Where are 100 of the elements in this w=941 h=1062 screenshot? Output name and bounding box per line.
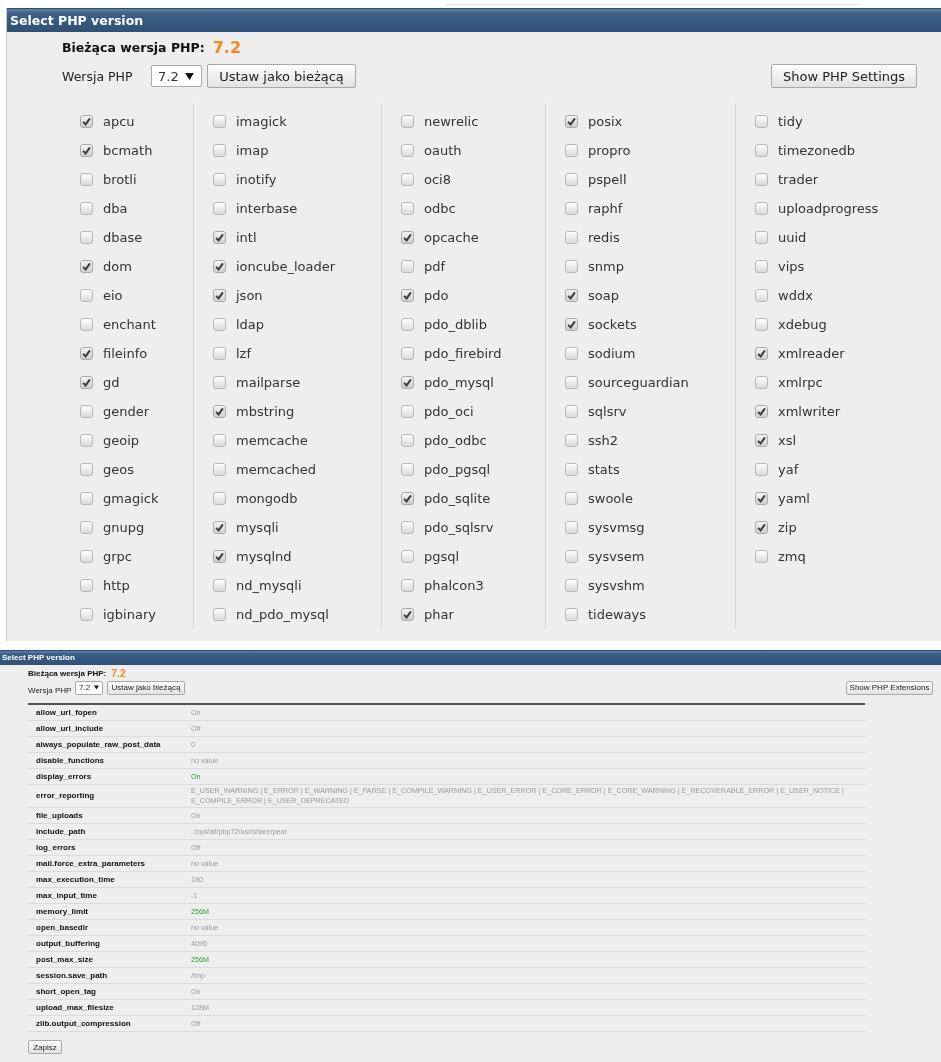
checkbox[interactable] bbox=[401, 376, 414, 389]
extension-label[interactable]: pdo_oci bbox=[424, 404, 474, 419]
checkbox[interactable] bbox=[213, 115, 226, 128]
checkbox[interactable] bbox=[213, 202, 226, 215]
extension-label[interactable]: zip bbox=[778, 520, 797, 535]
extension-label[interactable]: sysvshm bbox=[588, 578, 645, 593]
checkbox[interactable] bbox=[401, 260, 414, 273]
extension-label[interactable]: xmlwriter bbox=[778, 404, 840, 419]
checkbox[interactable] bbox=[80, 115, 93, 128]
extension-label[interactable]: sockets bbox=[588, 317, 637, 332]
extension-label[interactable]: zmq bbox=[778, 549, 806, 564]
checkbox[interactable] bbox=[213, 318, 226, 331]
extension-label[interactable]: gd bbox=[103, 375, 120, 390]
checkbox[interactable] bbox=[401, 173, 414, 186]
checkbox[interactable] bbox=[80, 144, 93, 157]
checkbox[interactable] bbox=[755, 405, 768, 418]
checkbox[interactable] bbox=[755, 202, 768, 215]
checkbox[interactable] bbox=[565, 550, 578, 563]
extension-label[interactable]: lzf bbox=[236, 346, 251, 361]
checkbox[interactable] bbox=[565, 202, 578, 215]
extension-label[interactable]: newrelic bbox=[424, 114, 479, 129]
checkbox[interactable] bbox=[213, 260, 226, 273]
extension-label[interactable]: imagick bbox=[236, 114, 287, 129]
extension-label[interactable]: phar bbox=[424, 607, 454, 622]
checkbox[interactable] bbox=[755, 434, 768, 447]
extension-label[interactable]: nd_pdo_mysql bbox=[236, 607, 329, 622]
checkbox[interactable] bbox=[755, 260, 768, 273]
checkbox[interactable] bbox=[755, 492, 768, 505]
version-select[interactable]: 7.2 bbox=[151, 65, 202, 87]
checkbox[interactable] bbox=[565, 579, 578, 592]
extension-label[interactable]: brotli bbox=[103, 172, 137, 187]
checkbox[interactable] bbox=[213, 521, 226, 534]
extension-label[interactable]: swoole bbox=[588, 491, 633, 506]
extension-label[interactable]: xmlreader bbox=[778, 346, 845, 361]
checkbox[interactable] bbox=[213, 144, 226, 157]
extension-label[interactable]: intl bbox=[236, 230, 257, 245]
show-settings-button[interactable]: Show PHP Settings bbox=[771, 64, 917, 88]
extension-label[interactable]: imap bbox=[236, 143, 269, 158]
checkbox[interactable] bbox=[565, 289, 578, 302]
checkbox[interactable] bbox=[565, 144, 578, 157]
checkbox[interactable] bbox=[80, 347, 93, 360]
checkbox[interactable] bbox=[401, 434, 414, 447]
extension-label[interactable]: pdo_mysql bbox=[424, 375, 494, 390]
extension-label[interactable]: vips bbox=[778, 259, 805, 274]
checkbox[interactable] bbox=[80, 231, 93, 244]
extension-label[interactable]: trader bbox=[778, 172, 818, 187]
extension-label[interactable]: uploadprogress bbox=[778, 201, 879, 216]
checkbox[interactable] bbox=[213, 405, 226, 418]
extension-label[interactable]: phalcon3 bbox=[424, 578, 484, 593]
checkbox[interactable] bbox=[80, 463, 93, 476]
extension-label[interactable]: geos bbox=[103, 462, 134, 477]
extension-label[interactable]: pdo_odbc bbox=[424, 433, 487, 448]
checkbox[interactable] bbox=[565, 347, 578, 360]
checkbox[interactable] bbox=[80, 521, 93, 534]
checkbox[interactable] bbox=[80, 376, 93, 389]
extension-label[interactable]: bcmath bbox=[103, 143, 153, 158]
extension-label[interactable]: memcache bbox=[236, 433, 308, 448]
checkbox[interactable] bbox=[401, 115, 414, 128]
checkbox[interactable] bbox=[565, 173, 578, 186]
show-extensions-button[interactable]: Show PHP Extensions bbox=[846, 680, 933, 695]
extension-label[interactable]: ldap bbox=[236, 317, 265, 332]
checkbox[interactable] bbox=[80, 550, 93, 563]
extension-label[interactable]: tidy bbox=[778, 114, 803, 129]
checkbox[interactable] bbox=[401, 144, 414, 157]
extension-label[interactable]: wddx bbox=[778, 288, 813, 303]
extension-label[interactable]: pgsql bbox=[424, 549, 460, 564]
checkbox[interactable] bbox=[755, 289, 768, 302]
extension-label[interactable]: pdo_sqlite bbox=[424, 491, 491, 506]
extension-label[interactable]: yaml bbox=[778, 491, 810, 506]
checkbox[interactable] bbox=[401, 492, 414, 505]
checkbox[interactable] bbox=[401, 289, 414, 302]
extension-label[interactable]: mysqli bbox=[236, 520, 279, 535]
checkbox[interactable] bbox=[755, 550, 768, 563]
checkbox[interactable] bbox=[565, 434, 578, 447]
extension-label[interactable]: xmlrpc bbox=[778, 375, 823, 390]
checkbox[interactable] bbox=[565, 521, 578, 534]
checkbox[interactable] bbox=[401, 463, 414, 476]
extension-label[interactable]: raphf bbox=[588, 201, 623, 216]
extension-label[interactable]: xdebug bbox=[778, 317, 827, 332]
set-current-button[interactable]: Ustaw jako bieżącą bbox=[107, 680, 185, 695]
extension-label[interactable]: yaf bbox=[778, 462, 799, 477]
checkbox[interactable] bbox=[401, 347, 414, 360]
checkbox[interactable] bbox=[755, 173, 768, 186]
checkbox[interactable] bbox=[401, 608, 414, 621]
checkbox[interactable] bbox=[80, 434, 93, 447]
set-current-button[interactable]: Ustaw jako bieżącą bbox=[207, 64, 356, 88]
checkbox[interactable] bbox=[213, 492, 226, 505]
extension-label[interactable]: pdo_dblib bbox=[424, 317, 487, 332]
checkbox[interactable] bbox=[565, 318, 578, 331]
checkbox[interactable] bbox=[565, 260, 578, 273]
extension-label[interactable]: posix bbox=[588, 114, 623, 129]
extension-label[interactable]: redis bbox=[588, 230, 620, 245]
extension-label[interactable]: ioncube_loader bbox=[236, 259, 336, 274]
extension-label[interactable]: timezonedb bbox=[778, 143, 855, 158]
extension-label[interactable]: odbc bbox=[424, 201, 456, 216]
extension-label[interactable]: memcached bbox=[236, 462, 317, 477]
checkbox[interactable] bbox=[213, 579, 226, 592]
extension-label[interactable]: oauth bbox=[424, 143, 462, 158]
extension-label[interactable]: stats bbox=[588, 462, 620, 477]
checkbox[interactable] bbox=[755, 347, 768, 360]
